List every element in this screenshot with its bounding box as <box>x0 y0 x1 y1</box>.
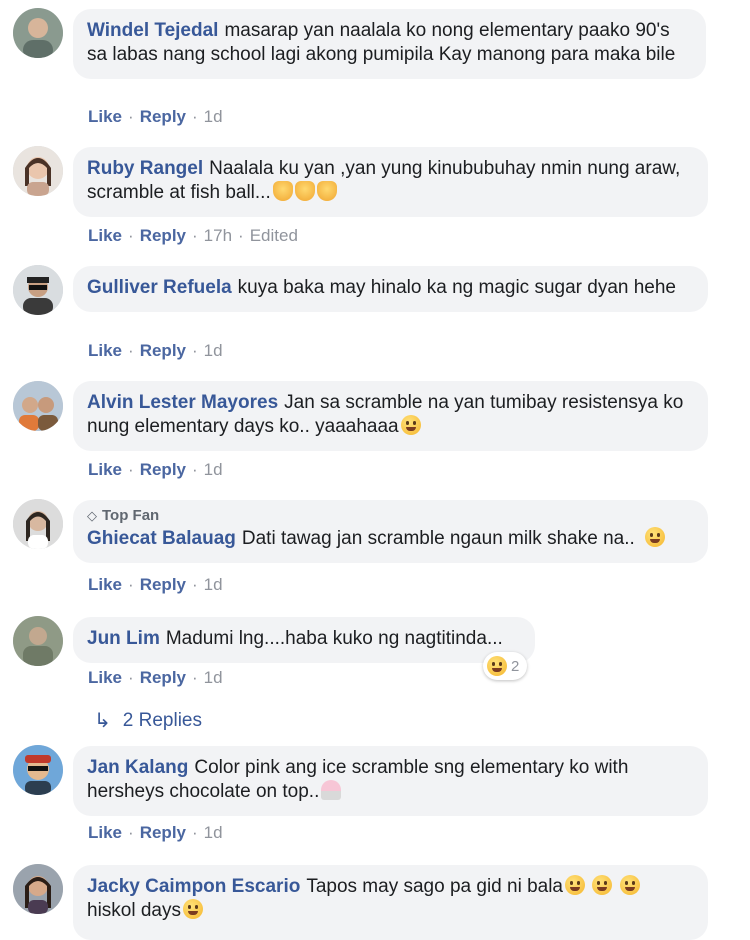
avatar[interactable] <box>13 8 63 58</box>
edited-label[interactable]: Edited <box>250 226 298 246</box>
haha-reaction-icon <box>487 656 507 676</box>
comment-text: kuya baka may hinalo ka ng magic sugar d… <box>237 277 676 298</box>
like-link[interactable]: Like <box>88 460 122 480</box>
comment-author[interactable]: Alvin Lester Mayores <box>87 392 278 413</box>
avatar[interactable] <box>13 381 63 431</box>
timestamp[interactable]: 17h <box>204 226 232 246</box>
reply-link[interactable]: Reply <box>140 823 186 843</box>
like-link[interactable]: Like <box>88 226 122 246</box>
comment-actions: Like · Reply · 1d <box>88 668 223 688</box>
replies-label: 2 Replies <box>122 709 202 731</box>
avatar[interactable] <box>13 616 63 666</box>
reply-link[interactable]: Reply <box>140 226 186 246</box>
comment-author[interactable]: Ghiecat Balauag <box>87 528 236 549</box>
reaction-count: 2 <box>511 657 520 675</box>
reply-link[interactable]: Reply <box>140 341 186 361</box>
laughing-emoji-icon <box>644 527 665 547</box>
comment-author[interactable]: Jacky Caimpon Escario <box>87 876 300 897</box>
avatar[interactable] <box>13 499 63 549</box>
timestamp[interactable]: 1d <box>204 823 223 843</box>
comment-text: Madumi lng....haba kuko ng nagtitinda... <box>165 628 503 649</box>
timestamp[interactable]: 1d <box>204 341 223 361</box>
timestamp[interactable]: 1d <box>204 460 223 480</box>
comment-bubble: Jan Kalang Color pink ang ice scramble sn… <box>73 746 708 816</box>
comment-actions: Like · Reply · 1d <box>88 575 223 595</box>
comment-author[interactable]: Jun Lim <box>87 628 160 649</box>
avatar[interactable] <box>13 745 63 795</box>
comment-actions: Like · Reply · 1d <box>88 460 223 480</box>
comment-author[interactable]: Gulliver Refuela <box>87 277 232 298</box>
comment-text: Tapos may sago pa gid ni bala <box>306 876 563 897</box>
view-replies-link[interactable]: ↳ 2 Replies <box>94 708 202 733</box>
like-link[interactable]: Like <box>88 823 122 843</box>
tongue-emoji-icon <box>619 875 640 895</box>
tongue-emoji-icon <box>565 875 585 895</box>
reply-link[interactable]: Reply <box>140 668 186 688</box>
raising-hands-emoji-icon <box>272 181 293 201</box>
comment-actions: Like · Reply · 17h · Edited <box>88 226 298 246</box>
comment-actions: Like · Reply · 1d <box>88 341 223 361</box>
timestamp[interactable]: 1d <box>204 575 223 595</box>
comment-author[interactable]: Ruby Rangel <box>87 158 203 179</box>
like-link[interactable]: Like <box>88 107 122 127</box>
comment-text: Dati tawag jan scramble ngaun milk shake… <box>241 528 635 549</box>
reply-link[interactable]: Reply <box>140 460 186 480</box>
raising-hands-emoji-icon <box>294 181 315 201</box>
avatar[interactable] <box>13 265 63 315</box>
comment-text-continued: hiskol days <box>87 900 181 921</box>
tongue-emoji-icon <box>592 875 613 895</box>
like-link[interactable]: Like <box>88 575 122 595</box>
top-fan-badge[interactable]: ◇ Top Fan <box>87 507 694 525</box>
like-link[interactable]: Like <box>88 668 122 688</box>
comment-bubble: Gulliver Refuela kuya baka may hinalo ka … <box>73 266 708 312</box>
comment-actions: Like · Reply · 1d <box>88 823 223 843</box>
comment-actions: Like · Reply · 1d <box>88 107 223 127</box>
timestamp[interactable]: 1d <box>204 668 223 688</box>
avatar[interactable] <box>13 146 63 196</box>
reaction-summary[interactable]: 2 <box>483 652 528 680</box>
comment-bubble: Alvin Lester Mayores Jan sa scramble na y… <box>73 381 708 451</box>
comment-author[interactable]: Jan Kalang <box>87 757 188 778</box>
comment-bubble: Windel Tejedal masarap yan naalala ko non… <box>73 9 706 79</box>
comment-bubble: ◇ Top Fan Ghiecat Balauag Dati tawag jan s… <box>73 500 708 563</box>
comment-bubble: Jacky Caimpon Escario Tapos may sago pa g… <box>73 865 708 940</box>
reply-link[interactable]: Reply <box>140 575 186 595</box>
comment-author[interactable]: Windel Tejedal <box>87 20 218 41</box>
diamond-icon: ◇ <box>87 508 97 523</box>
like-link[interactable]: Like <box>88 341 122 361</box>
cupcake-emoji-icon <box>321 780 342 800</box>
grinning-emoji-icon <box>400 415 421 435</box>
avatar[interactable] <box>13 864 63 914</box>
reply-arrow-icon: ↳ <box>94 710 111 732</box>
timestamp[interactable]: 1d <box>204 107 223 127</box>
raising-hands-emoji-icon <box>316 181 337 201</box>
reply-link[interactable]: Reply <box>140 107 186 127</box>
comment-bubble: Jun Lim Madumi lng....haba kuko ng nagtit… <box>73 617 535 663</box>
comment-bubble: Ruby Rangel Naalala ku yan ,yan yung kinu… <box>73 147 708 217</box>
kiss-emoji-icon <box>183 899 203 919</box>
